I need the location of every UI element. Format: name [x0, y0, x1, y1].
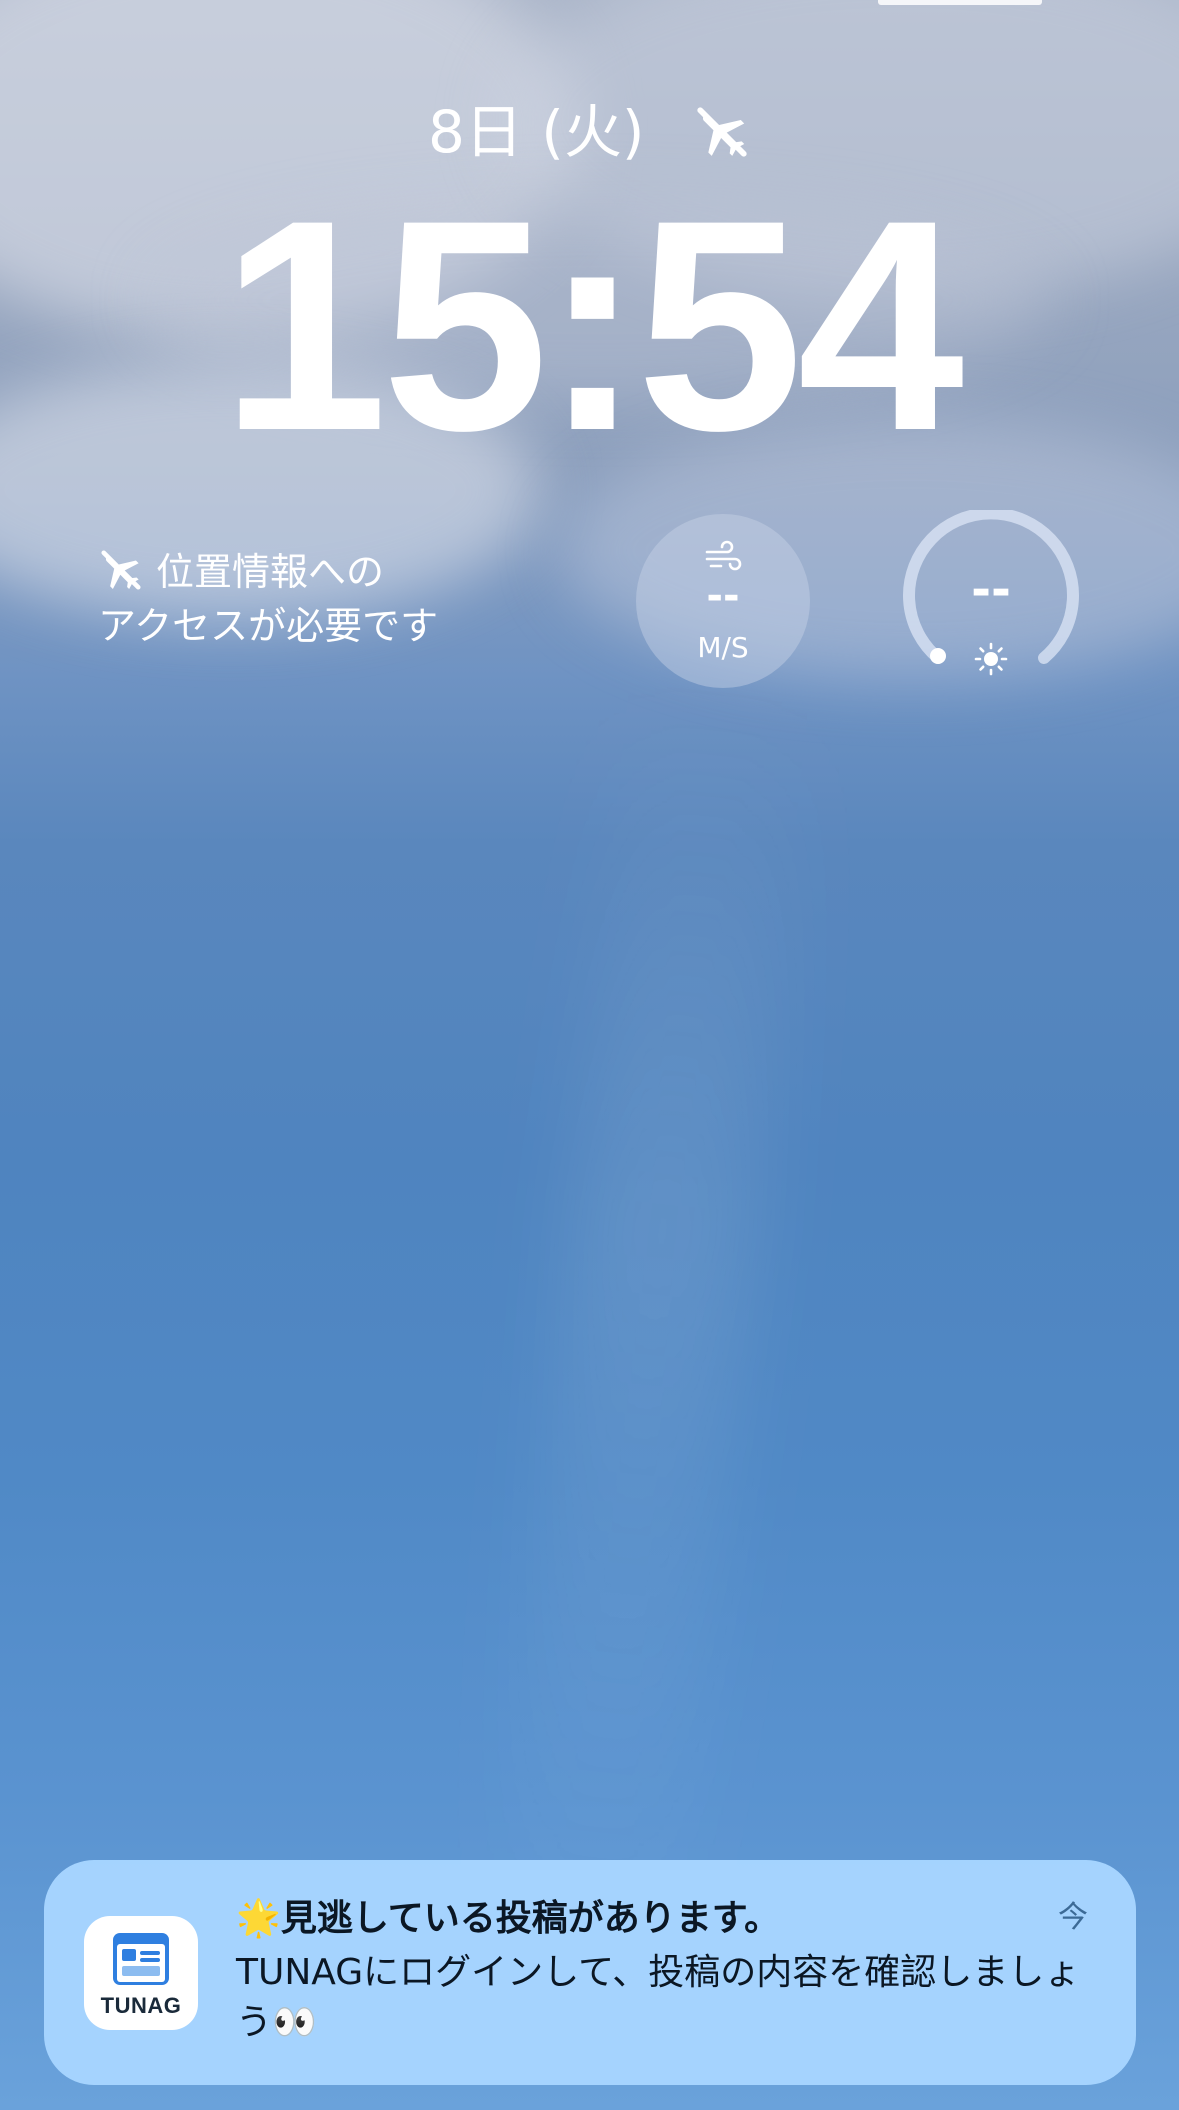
sun-icon — [974, 642, 1008, 676]
location-text-2: アクセスが必要です — [98, 604, 439, 648]
notification-card[interactable]: TUNAG 🌟見逃している投稿があります。 TUNAGにログインして、投稿の内容… — [44, 1860, 1136, 2085]
airplane-off-icon — [697, 107, 747, 157]
clock-time[interactable]: 15:54 — [0, 175, 1179, 475]
document-icon — [113, 1933, 169, 1985]
wind-widget[interactable]: -- M/S — [636, 514, 810, 688]
notification-body: TUNAGにログインして、投稿の内容を確認しましょう👀 — [236, 1952, 1081, 2043]
wind-icon — [705, 540, 742, 571]
location-text-1: 位置情報への — [156, 550, 385, 594]
airplane-off-icon — [101, 550, 141, 590]
location-widget-line1: 位置情報への — [98, 545, 518, 599]
app-icon-tunag: TUNAG — [84, 1916, 198, 2030]
notification-time: 今 — [1058, 1900, 1088, 1935]
wind-unit: M/S — [697, 631, 749, 664]
wind-value: -- — [706, 573, 740, 619]
status-indicator — [878, 0, 1042, 5]
light-beam — [492, 694, 808, 2006]
lock-screen: 8日 (火) 15:54 位置情報への アクセスが必要です -- M/S -- — [0, 0, 1179, 2110]
uv-widget[interactable]: -- — [900, 510, 1082, 692]
app-name: TUNAG — [100, 1993, 182, 2018]
uv-value: -- — [971, 562, 1011, 618]
location-widget[interactable]: 位置情報への アクセスが必要です — [98, 545, 518, 653]
notification-title: 🌟見逃している投稿があります。 — [236, 1898, 781, 1939]
